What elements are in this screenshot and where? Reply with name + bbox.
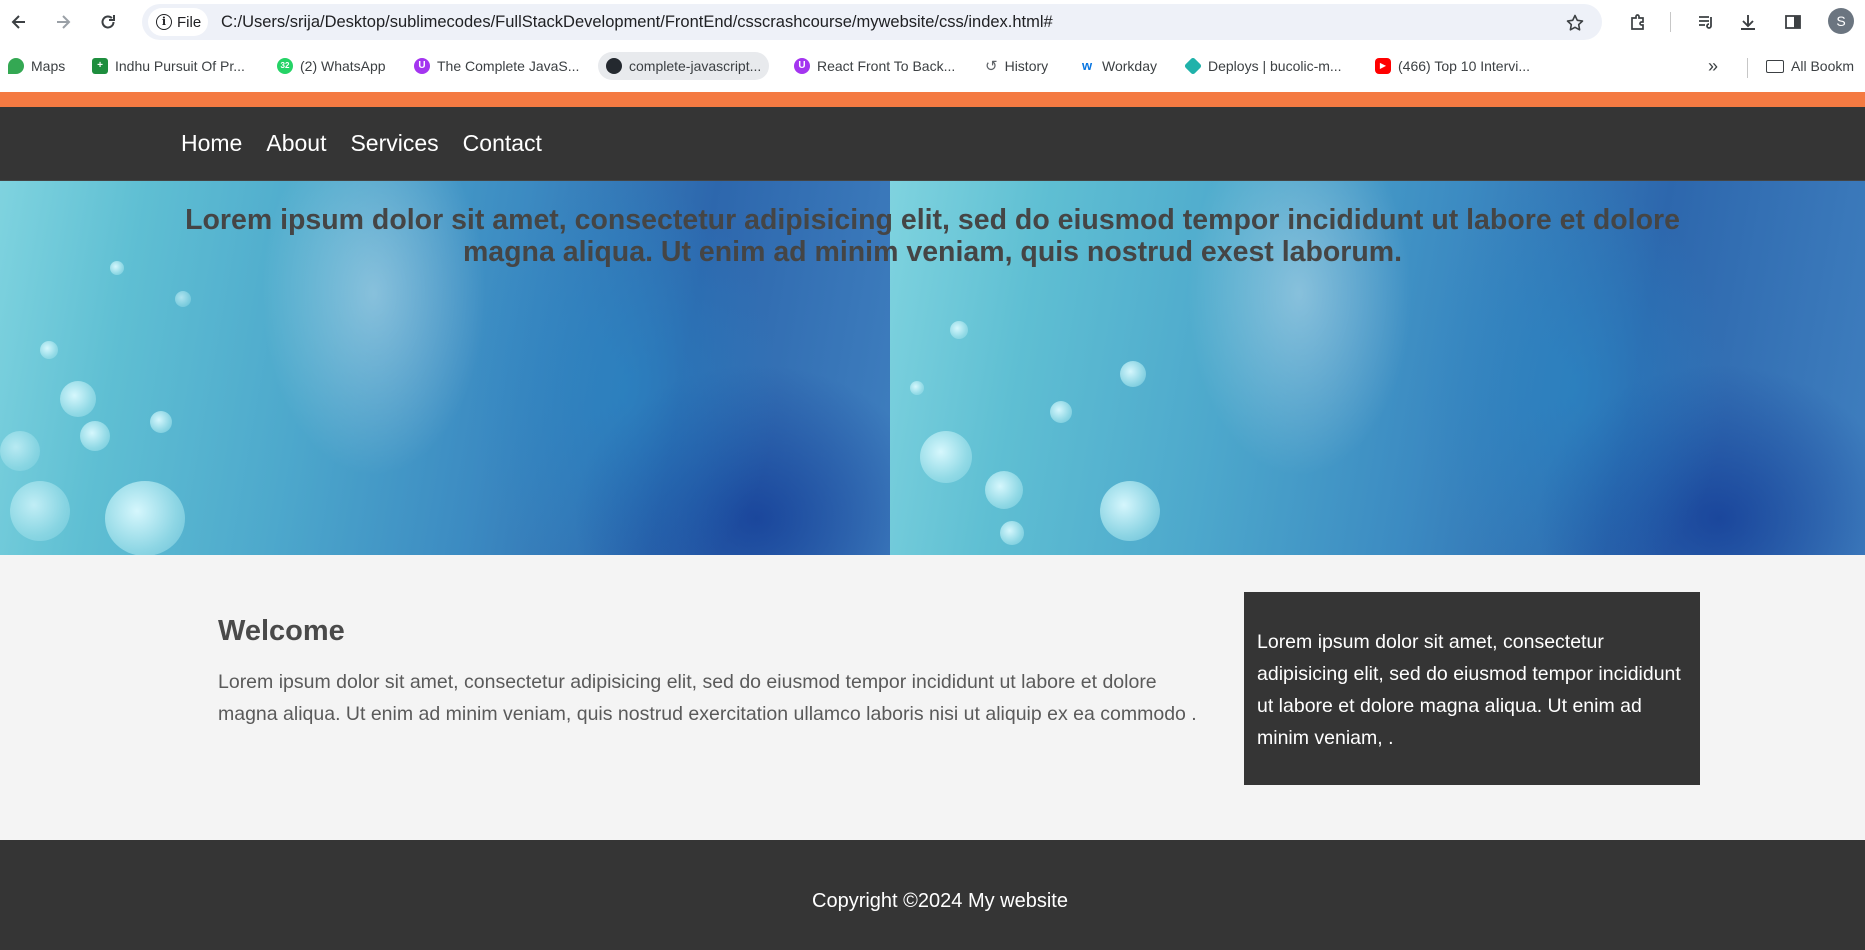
bookmark-youtube[interactable]: ▶ (466) Top 10 Intervi... (1371, 52, 1534, 80)
nav-link-services[interactable]: Services (350, 130, 438, 157)
bookmark-maps[interactable]: Maps (4, 52, 69, 80)
maps-icon (8, 58, 24, 74)
puzzle-icon (1631, 14, 1644, 30)
folder-icon (1766, 59, 1784, 73)
content-area: Welcome Lorem ipsum dolor sit amet, cons… (0, 555, 1865, 840)
extensions-button[interactable] (1624, 8, 1652, 36)
download-icon (1741, 15, 1755, 30)
bookmark-label: The Complete JavaS... (437, 58, 580, 74)
udemy-icon: U (794, 58, 810, 74)
side-panel-button[interactable] (1779, 8, 1807, 36)
site-chip-label: File (177, 13, 202, 31)
bookmark-label: Deploys | bucolic-m... (1208, 58, 1342, 74)
bookmark-sheets[interactable]: + Indhu Pursuit Of Pr... (88, 52, 249, 80)
playlist-icon (1699, 16, 1712, 29)
downloads-button[interactable] (1734, 8, 1762, 36)
site-info-chip[interactable]: i File (148, 8, 208, 36)
bookmark-label: React Front To Back... (817, 58, 956, 74)
bookmarks-bar: Maps + Indhu Pursuit Of Pr... 32 (2) Wha… (0, 48, 1865, 88)
nav-link-home[interactable]: Home (181, 130, 242, 157)
welcome-heading: Welcome (218, 615, 345, 647)
bookmark-label: (2) WhatsApp (300, 58, 386, 74)
youtube-icon: ▶ (1375, 58, 1391, 74)
bookmark-workday[interactable]: w Workday (1075, 52, 1161, 80)
arrow-left-icon (11, 15, 25, 29)
main-column: Welcome Lorem ipsum dolor sit amet, cons… (218, 615, 1198, 730)
showcase-banner: Lorem ipsum dolor sit amet, consectetur … (0, 180, 1865, 555)
star-icon (1566, 14, 1584, 31)
github-icon (606, 58, 622, 74)
bookmark-label: History (1004, 58, 1049, 74)
accent-bar (0, 92, 1865, 107)
welcome-text: Lorem ipsum dolor sit amet, consectetur … (218, 671, 1197, 725)
media-controls-button[interactable] (1692, 8, 1720, 36)
bookmark-github[interactable]: complete-javascript... (598, 52, 770, 80)
address-bar[interactable]: i File C:/Users/srija/Desktop/sublimecod… (142, 4, 1602, 40)
bookmark-whatsapp[interactable]: 32 (2) WhatsApp (273, 52, 390, 80)
showcase-heading: Lorem ipsum dolor sit amet, consectetur … (185, 204, 1680, 268)
url-text[interactable]: C:/Users/srija/Desktop/sublimecodes/Full… (221, 13, 1053, 32)
bookmark-label: (466) Top 10 Intervi... (1398, 58, 1531, 74)
sidebar-box: Lorem ipsum dolor sit amet, consectetur … (1244, 592, 1700, 785)
side-panel-icon (1785, 15, 1801, 29)
browser-toolbar: i File C:/Users/srija/Desktop/sublimecod… (0, 0, 1865, 44)
workday-icon: w (1079, 58, 1095, 74)
page-footer: Copyright ©2024 My website (0, 840, 1865, 950)
reload-icon (101, 15, 115, 29)
bookmark-label: Indhu Pursuit Of Pr... (115, 58, 245, 74)
udemy-icon: U (414, 58, 430, 74)
arrow-right-icon (57, 15, 71, 29)
bookmark-udemy-react[interactable]: U React Front To Back... (790, 52, 959, 80)
forward-button[interactable] (49, 8, 77, 36)
bookmark-label: complete-javascript... (629, 58, 762, 74)
history-icon: ↺ (985, 58, 998, 75)
back-button[interactable] (5, 8, 33, 36)
main-nav: Home About Services Contact (0, 107, 1865, 180)
whatsapp-icon: 32 (277, 58, 293, 74)
bookmark-star-button[interactable] (1564, 12, 1586, 34)
sheets-icon: + (92, 58, 108, 74)
profile-avatar[interactable]: S (1828, 8, 1854, 34)
chevron-double-right-icon[interactable]: » (1708, 56, 1718, 77)
browser-chrome: i File C:/Users/srija/Desktop/sublimecod… (0, 0, 1865, 92)
bookmark-netlify[interactable]: Deploys | bucolic-m... (1181, 52, 1346, 80)
bookmark-history[interactable]: ↺ History (981, 52, 1052, 80)
nav-link-about[interactable]: About (266, 130, 326, 157)
bookmark-label: Workday (1102, 58, 1157, 74)
netlify-icon (1183, 56, 1203, 76)
bookmarks-divider (1747, 58, 1748, 78)
toolbar-divider (1670, 12, 1671, 32)
reload-button[interactable] (94, 8, 122, 36)
bookmark-udemy-javascript[interactable]: U The Complete JavaS... (410, 52, 583, 80)
info-icon: i (156, 14, 172, 30)
copyright-text: Copyright ©2024 My website (812, 890, 1068, 912)
sidebar-text: Lorem ipsum dolor sit amet, consectetur … (1257, 631, 1681, 749)
nav-links: Home About Services Contact (181, 107, 542, 180)
all-bookmarks-folder[interactable]: All Bookm (1762, 52, 1858, 80)
nav-link-contact[interactable]: Contact (463, 130, 542, 157)
bookmark-label: Maps (31, 58, 66, 74)
bookmark-label: All Bookm (1791, 58, 1855, 74)
